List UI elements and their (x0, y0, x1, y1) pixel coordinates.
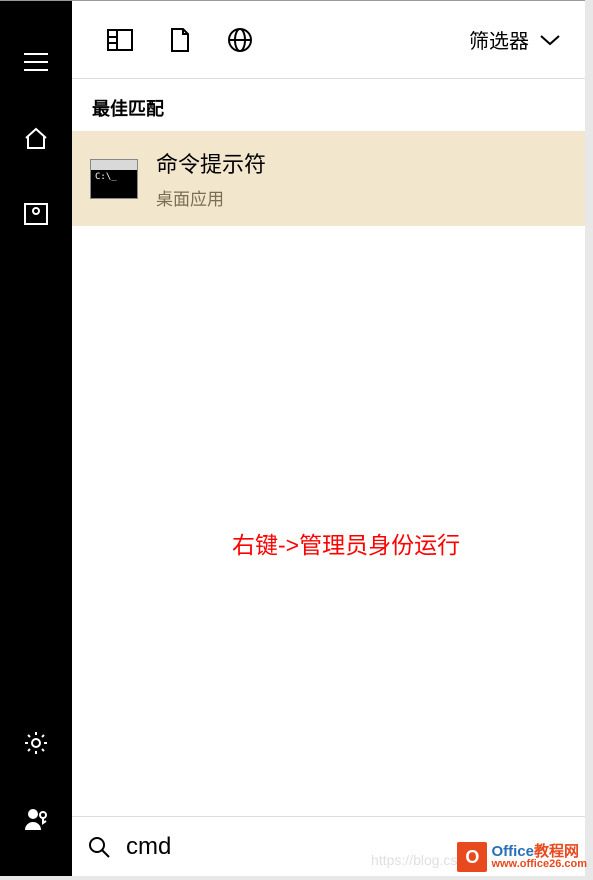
annotation-text: 右键->管理员身份运行 (232, 526, 460, 560)
cmd-app-icon (90, 159, 138, 199)
office-title: Office教程网 (491, 844, 587, 859)
home-icon[interactable] (0, 111, 72, 165)
filter-label: 筛选器 (469, 25, 529, 54)
tab-documents-icon[interactable] (150, 1, 210, 79)
office-url: www.office26.com (491, 859, 587, 870)
result-subtitle: 桌面应用 (156, 185, 266, 210)
hamburger-icon[interactable] (0, 35, 72, 89)
main-panel: 筛选器 最佳匹配 命令提示符 桌面应用 右键->管理员身份运行 (72, 1, 585, 876)
search-icon (88, 836, 110, 858)
result-text: 命令提示符 桌面应用 (156, 147, 266, 210)
office-text: Office教程网 www.office26.com (491, 844, 587, 870)
search-window: 筛选器 最佳匹配 命令提示符 桌面应用 右键->管理员身份运行 (0, 0, 585, 876)
result-title: 命令提示符 (156, 147, 266, 179)
watermark-office: O Office教程网 www.office26.com (457, 842, 587, 872)
tab-apps-icon[interactable] (90, 1, 150, 79)
filter-dropdown[interactable]: 筛选器 (469, 25, 567, 54)
person-icon[interactable] (0, 792, 72, 846)
best-match-header: 最佳匹配 (72, 79, 585, 131)
sidebar (0, 1, 72, 876)
content-area: 右键->管理员身份运行 (72, 226, 585, 816)
topbar: 筛选器 (72, 1, 585, 79)
office-badge-icon: O (457, 842, 487, 872)
tab-web-icon[interactable] (210, 1, 270, 79)
gear-icon[interactable] (0, 716, 72, 770)
chevron-down-icon (539, 34, 561, 46)
photo-icon[interactable] (0, 187, 72, 241)
result-cmd[interactable]: 命令提示符 桌面应用 (72, 131, 585, 226)
